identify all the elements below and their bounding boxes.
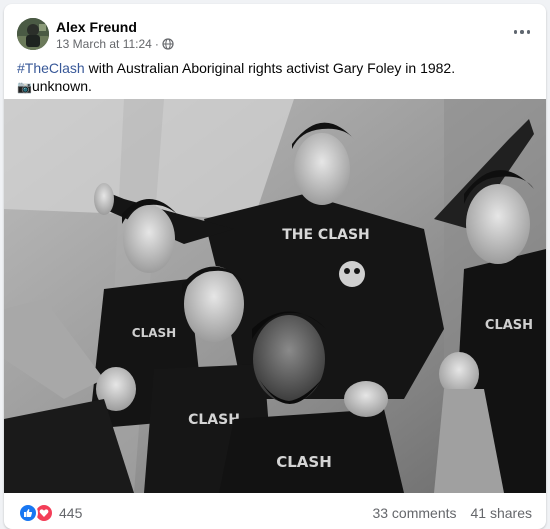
svg-text:CLASH: CLASH — [132, 326, 176, 340]
more-options-icon[interactable] — [508, 22, 536, 42]
post-text-line-2-rest: unknown. — [31, 78, 92, 94]
engagement-stats: 33 comments 41 shares — [372, 505, 532, 521]
post-timestamp[interactable]: 13 March at 11:24 — [56, 37, 152, 51]
camera-icon: 📷 — [17, 80, 32, 94]
reaction-count: 445 — [59, 505, 83, 521]
post-text-line-2: 📷unknown. — [17, 77, 537, 96]
reactions-summary[interactable]: 445 — [18, 503, 82, 523]
post-card: Alex Freund 13 March at 11:24 · #TheClas… — [4, 4, 546, 529]
shares-count-link[interactable]: 41 shares — [471, 505, 532, 521]
author-name[interactable]: Alex Freund — [56, 19, 137, 35]
author-avatar[interactable] — [17, 18, 49, 50]
post-meta: 13 March at 11:24 · — [56, 37, 174, 51]
svg-text:THE CLASH: THE CLASH — [282, 227, 370, 243]
post-text-line-1: #TheClash with Australian Aboriginal rig… — [17, 59, 537, 77]
svg-text:CLASH: CLASH — [485, 318, 533, 333]
post-text-line-1-rest: with Australian Aboriginal rights activi… — [84, 60, 456, 76]
svg-text:CLASH: CLASH — [276, 453, 332, 471]
post-photo[interactable]: THE CLASH CLASH CLASH CLASH CLASH — [4, 99, 546, 493]
svg-text:CLASH: CLASH — [188, 412, 240, 428]
meta-separator: · — [154, 37, 159, 51]
globe-icon — [162, 38, 174, 50]
post-footer: 445 33 comments 41 shares — [4, 493, 546, 529]
post-text: #TheClash with Australian Aboriginal rig… — [17, 59, 537, 96]
post-header: Alex Freund 13 March at 11:24 · — [4, 4, 546, 56]
like-icon — [18, 503, 38, 523]
comments-count-link[interactable]: 33 comments — [372, 505, 456, 521]
hashtag-link[interactable]: #TheClash — [17, 60, 85, 76]
